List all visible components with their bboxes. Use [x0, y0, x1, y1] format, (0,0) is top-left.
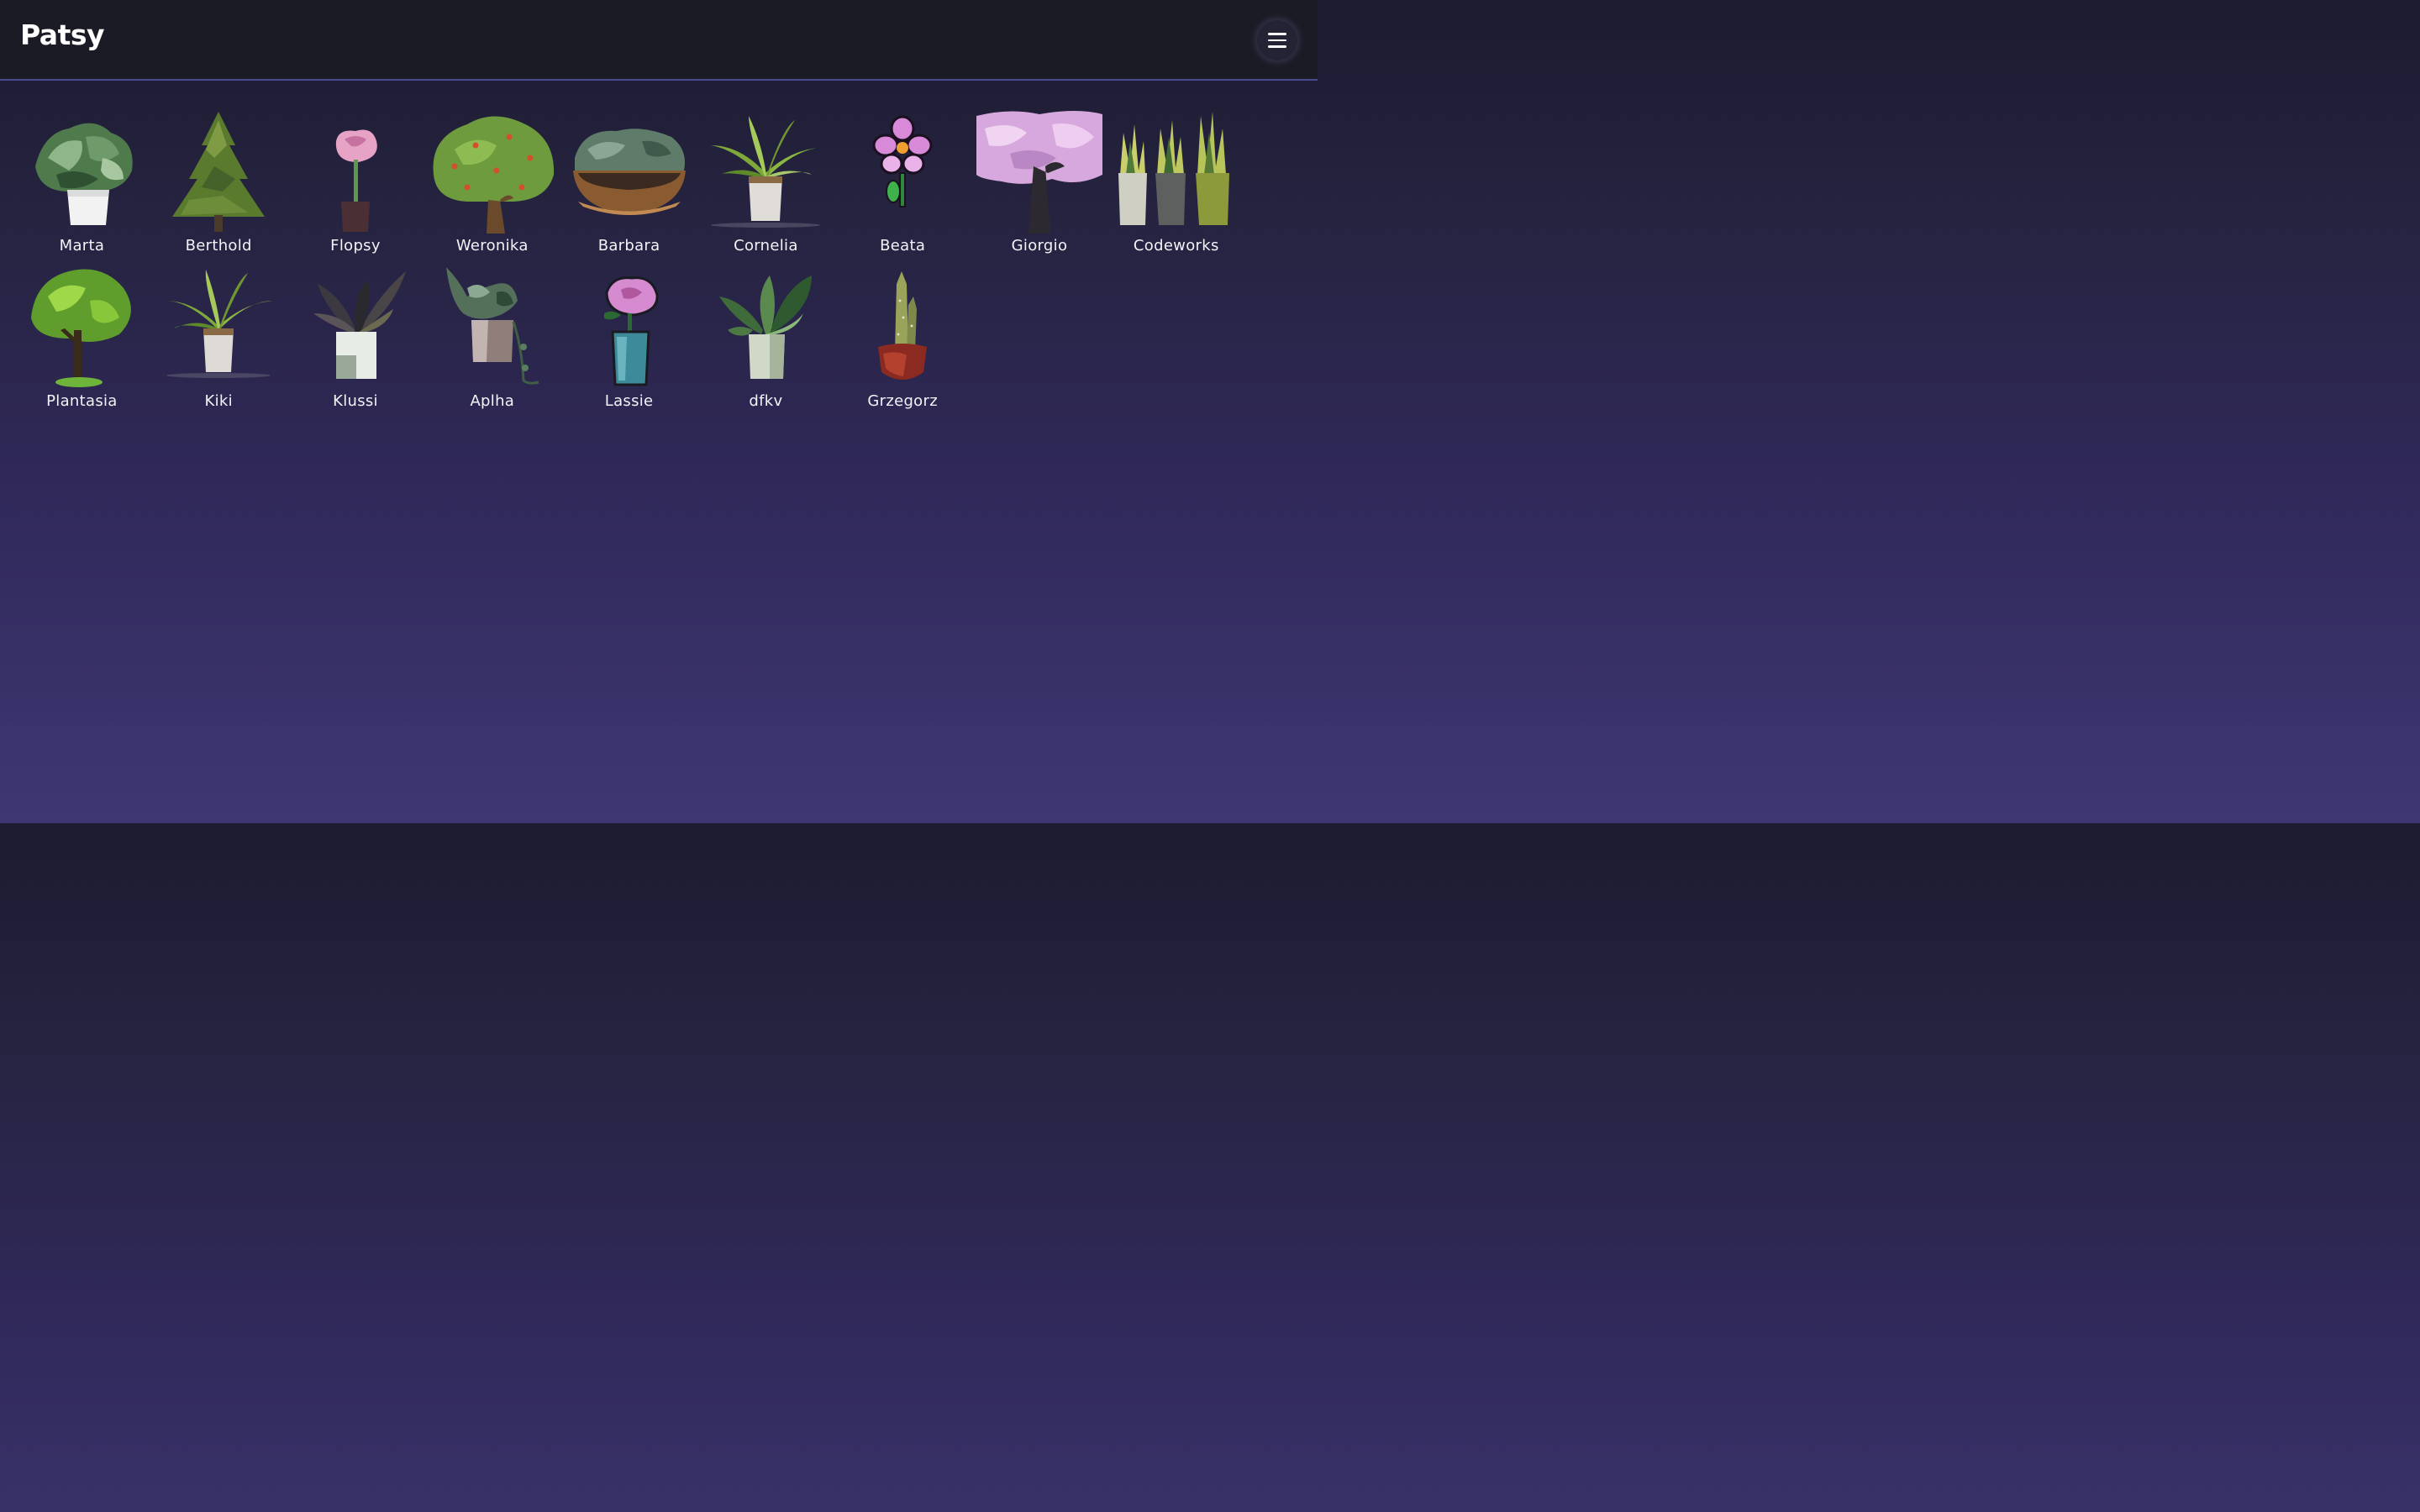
plant-card[interactable]: Grzegorz: [834, 263, 971, 418]
plant-grid: Marta Berthold Flopsy Weronika Barbara C…: [13, 108, 1257, 417]
plant-name: Cornelia: [734, 237, 798, 255]
plant-card[interactable]: Aplha: [424, 263, 560, 418]
hamburger-icon: [1268, 33, 1286, 35]
plant-name: Berthold: [185, 237, 252, 255]
app-title[interactable]: Patsy: [20, 18, 105, 51]
blossom-tree-icon: [976, 111, 1102, 234]
pink-flower-blue-pot-icon: [603, 276, 659, 386]
plant-card[interactable]: Cornelia: [697, 108, 834, 263]
plant-card[interactable]: dfkv: [697, 263, 834, 418]
hamburger-icon-bar: [1268, 39, 1286, 42]
plant-name: Barbara: [597, 237, 660, 255]
top-bar: Patsy: [0, 0, 1318, 81]
plant-name: Grzegorz: [867, 391, 938, 410]
plant-name: Codeworks: [1133, 237, 1219, 255]
plant-name: Aplha: [470, 391, 515, 410]
potted-palm-icon: [711, 116, 821, 228]
plant-name: Lassie: [604, 391, 654, 410]
trailing-ivy-icon: [445, 266, 539, 385]
plant-name: Flopsy: [330, 237, 381, 255]
pine-tree-icon: [172, 112, 266, 232]
plant-card[interactable]: Kiki: [150, 263, 287, 418]
small-tree-icon: [31, 269, 132, 387]
plant-card[interactable]: Barbara: [560, 108, 697, 263]
plant-name: Plantasia: [46, 391, 118, 410]
plant-name: Beata: [880, 237, 926, 255]
monstera-icon: [719, 275, 813, 379]
potted-palm-icon: [166, 269, 274, 378]
plant-name: Giorgio: [1011, 237, 1068, 255]
plant-card[interactable]: Codeworks: [1107, 108, 1244, 263]
bowl-planter-icon: [572, 129, 686, 215]
hamburger-icon-bar: [1268, 45, 1286, 48]
plant-card[interactable]: Giorgio: [971, 108, 1108, 263]
plant-card[interactable]: Lassie: [560, 263, 697, 418]
snake-plants-icon: [1118, 112, 1229, 225]
potted-leafy-plant-icon: [35, 123, 134, 225]
plant-name: Kiki: [204, 391, 233, 410]
plant-card[interactable]: Berthold: [150, 108, 287, 263]
cactus-red-pot-icon: [878, 270, 928, 380]
plant-card[interactable]: Klussi: [287, 263, 424, 418]
plant-card[interactable]: Flopsy: [287, 108, 424, 263]
pink-flower-pot-icon: [335, 129, 377, 232]
fruit-tree-icon: [433, 116, 554, 234]
plant-card[interactable]: Plantasia: [13, 263, 150, 418]
menu-button[interactable]: [1257, 20, 1297, 60]
plant-card[interactable]: Beata: [834, 108, 971, 263]
plant-card[interactable]: Marta: [13, 108, 150, 263]
plant-name: Klussi: [333, 391, 378, 410]
purple-flower-icon: [872, 115, 933, 207]
dark-rubber-plant-icon: [313, 270, 406, 379]
plant-name: Weronika: [455, 237, 529, 255]
plant-card[interactable]: Weronika: [424, 108, 560, 263]
plant-name: Marta: [59, 237, 105, 255]
plant-name: dfkv: [749, 391, 783, 410]
